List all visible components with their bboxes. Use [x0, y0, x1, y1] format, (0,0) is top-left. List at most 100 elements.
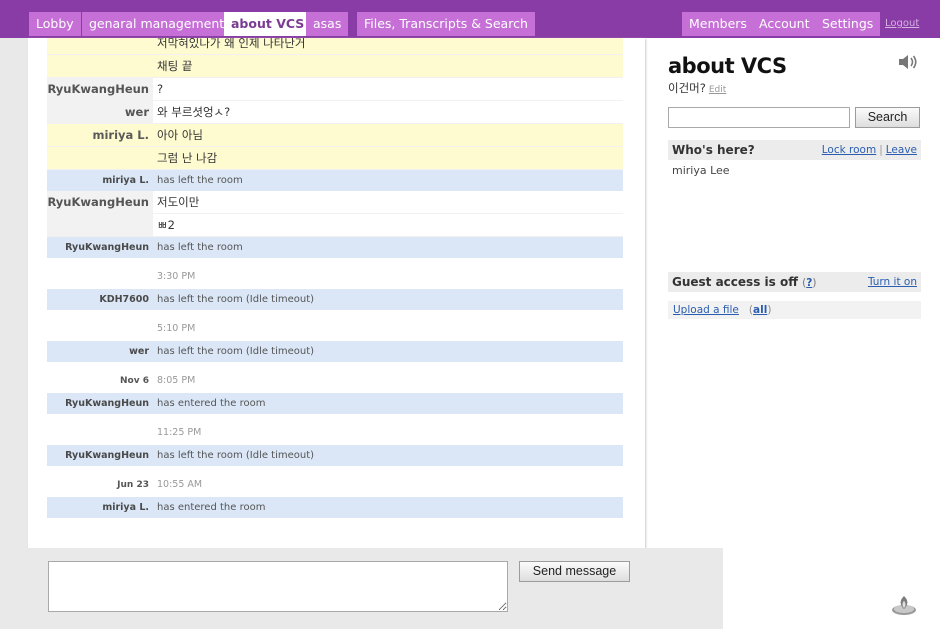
chat-event-row: miriya L. has left the room — [47, 170, 623, 191]
edit-topic-link[interactable]: Edit — [709, 85, 726, 95]
message-author: miriya L. — [102, 175, 149, 186]
top-nav-bar: Lobby genaral management about VCS asas … — [0, 0, 940, 38]
timestamp: 3:30 PM — [157, 271, 196, 282]
message-body: has entered the room — [157, 398, 266, 409]
guest-access-label: Guest access is off — [672, 275, 798, 289]
message-body: has left the room (Idle timeout) — [157, 294, 315, 305]
tab-genaral-management[interactable]: genaral management — [82, 12, 232, 36]
chat-message-row: miriya L. 아아 아님 — [47, 124, 623, 147]
tab-about-vcs[interactable]: about VCS — [224, 12, 312, 36]
chat-event-row: RyuKwangHeun has entered the room — [47, 393, 623, 414]
campfire-icon[interactable] — [890, 590, 918, 616]
message-body: has entered the room — [157, 502, 266, 513]
upload-file-link[interactable]: Upload a file — [673, 304, 739, 316]
message-body: ㅃ2 — [157, 218, 175, 232]
paren-close: ) — [767, 304, 772, 316]
guest-access-heading: Guest access is off (?) — [672, 272, 816, 293]
whos-here-heading: Who's here? — [672, 143, 755, 157]
account-link[interactable]: Account — [752, 12, 817, 36]
message-author: miriya L. — [102, 502, 149, 513]
send-message-button[interactable]: Send message — [519, 561, 630, 582]
date-label: Jun 23 — [117, 480, 149, 490]
message-author: RyuKwangHeun — [65, 398, 149, 409]
chat-message-list: 저막혀있나가 왜 인제 나타난거 채팅 끝 RyuKwangHeun? wer 와 부르… — [47, 38, 623, 518]
message-body: ? — [157, 82, 164, 96]
chat-message-row: wer 와 부르셧엉ㅅ? — [47, 101, 623, 124]
chat-message-row: 그럼 난 나감 — [47, 147, 623, 170]
message-body: has left the room (Idle timeout) — [157, 346, 315, 357]
message-author: RyuKwangHeun — [65, 450, 149, 461]
room-topic: 이건머? — [668, 81, 706, 95]
message-author: wer — [47, 101, 153, 123]
message-body: has left the room — [157, 242, 243, 253]
upload-row: Upload a file (all) — [668, 301, 921, 319]
chat-event-row: RyuKwangHeun has left the room (Idle time… — [47, 445, 623, 466]
room-topic-line: 이건머? Edit — [668, 80, 726, 96]
chat-event-row: miriya L. has entered the room — [47, 497, 623, 518]
message-body: 아아 아님 — [157, 128, 203, 142]
chat-message-row: 채팅 끝 — [47, 55, 623, 78]
message-body: has left the room — [157, 175, 243, 186]
message-body: 와 부르셧엉ㅅ? — [157, 105, 231, 119]
date-label — [47, 414, 153, 445]
message-body: 저막혀있나가 왜 인제 나타난거 — [157, 38, 306, 50]
chat-message-row: RyuKwangHeun? — [47, 78, 623, 101]
chat-transcript[interactable]: 저막혀있나가 왜 인제 나타난거 채팅 끝 RyuKwangHeun? wer 와 부르… — [28, 38, 645, 548]
lock-room-link[interactable]: Lock room — [822, 144, 876, 156]
paren-close: ) — [812, 277, 817, 289]
tab-lobby[interactable]: Lobby — [29, 12, 81, 36]
leave-room-link[interactable]: Leave — [886, 144, 917, 156]
all-files-link[interactable]: all — [753, 304, 767, 316]
timestamp: 11:25 PM — [157, 427, 202, 438]
date-label: Nov 6 — [120, 376, 149, 386]
chat-timestamp-row: 3:30 PM — [47, 258, 623, 289]
message-input[interactable] — [48, 561, 508, 612]
message-author: RyuKwangHeun — [47, 191, 153, 213]
chat-message-row: 저막혀있나가 왜 인제 나타난거 — [47, 38, 623, 55]
guest-help: (?) — [802, 277, 816, 289]
timestamp: 10:55 AM — [157, 479, 203, 490]
message-body: has left the room (Idle timeout) — [157, 450, 315, 461]
logout-link[interactable]: Logout — [881, 12, 923, 36]
message-author: RyuKwangHeun — [47, 78, 153, 100]
tab-asas[interactable]: asas — [306, 12, 349, 36]
speaker-icon[interactable] — [898, 54, 918, 70]
chat-timestamp-row: 5:10 PM — [47, 310, 623, 341]
message-author: miriya L. — [92, 128, 150, 142]
message-author — [47, 214, 153, 236]
link-separator: | — [879, 144, 883, 156]
chat-event-row: KDH7600 has left the room (Idle timeout) — [47, 289, 623, 310]
message-author: RyuKwangHeun — [65, 242, 149, 253]
date-label — [47, 310, 153, 341]
message-author — [47, 38, 153, 54]
message-author — [47, 147, 153, 169]
chat-timestamp-row: Nov 6 8:05 PM — [47, 362, 623, 393]
message-body: 저도이만 — [157, 195, 200, 209]
turn-on-guest-link[interactable]: Turn it on — [868, 276, 917, 288]
chat-message-row: ㅃ2 — [47, 214, 623, 237]
message-author: KDH7600 — [99, 294, 149, 305]
room-actions: Lock room | Leave — [822, 140, 917, 160]
timestamp: 8:05 PM — [157, 375, 196, 386]
search-button[interactable]: Search — [855, 107, 920, 128]
guest-actions: Turn it on — [868, 272, 917, 292]
tab-files-transcripts-search[interactable]: Files, Transcripts & Search — [357, 12, 535, 36]
message-author: wer — [129, 346, 149, 357]
date-label — [47, 258, 153, 289]
chat-timestamp-row: 11:25 PM — [47, 414, 623, 445]
timestamp: 5:10 PM — [157, 323, 196, 334]
whos-here-header: Who's here? Lock room | Leave — [668, 140, 921, 160]
chat-timestamp-row: Jun 23 10:55 AM — [47, 466, 623, 497]
chat-message-row: RyuKwangHeun 저도이만 — [47, 191, 623, 214]
message-author — [47, 55, 153, 77]
chat-event-row: wer has left the room (Idle timeout) — [47, 341, 623, 362]
search-input[interactable] — [668, 107, 850, 128]
settings-link[interactable]: Settings — [815, 12, 881, 36]
room-title: about VCS — [668, 54, 787, 78]
member-list-item: miriya Lee — [672, 164, 730, 177]
chat-event-row: RyuKwangHeun has left the room — [47, 237, 623, 258]
guest-access-header: Guest access is off (?) Turn it on — [668, 272, 921, 292]
members-link[interactable]: Members — [682, 12, 754, 36]
message-body: 그럼 난 나감 — [157, 151, 218, 165]
message-body: 채팅 끝 — [157, 59, 193, 73]
